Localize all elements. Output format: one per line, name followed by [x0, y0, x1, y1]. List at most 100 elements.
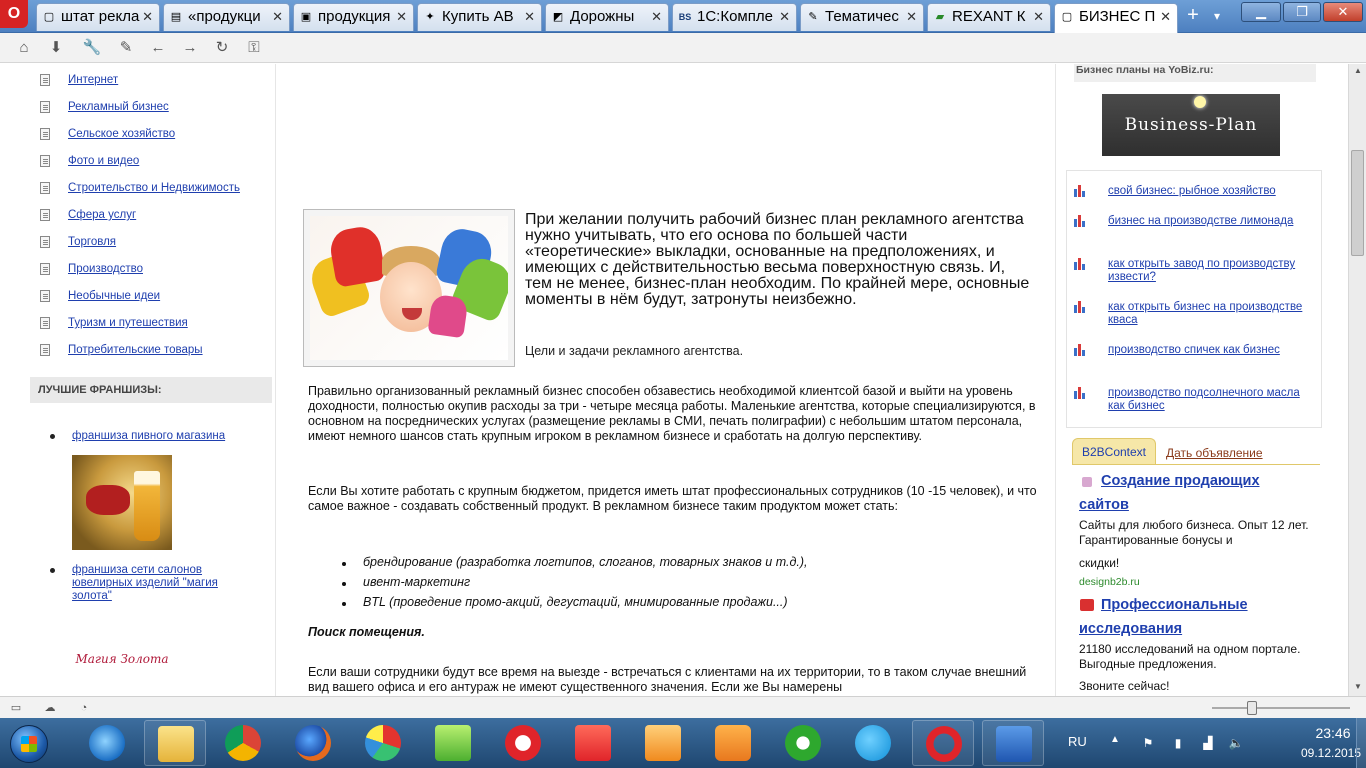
tab-2[interactable]: ▤ «продукци ✕ [163, 3, 290, 31]
tab-list-icon[interactable]: ▾ [1207, 5, 1227, 27]
tab-close-icon[interactable]: ✕ [1033, 4, 1044, 30]
page-icon: ✦ [425, 11, 435, 23]
bp-link[interactable]: бизнес на производстве лимонада [1108, 215, 1308, 228]
bullet-icon [50, 434, 55, 439]
wrench-icon[interactable]: 🔧 [82, 38, 102, 58]
category-link[interactable]: Интернет [68, 74, 118, 86]
language-indicator[interactable]: RU [1068, 734, 1087, 749]
word-taskbar-button[interactable] [982, 720, 1044, 766]
home-icon[interactable]: ⌂ [14, 38, 34, 58]
ie-taskbar-button[interactable] [76, 720, 138, 766]
category-link[interactable]: Фото и видео [68, 155, 139, 167]
category-link[interactable]: Сфера услуг [68, 209, 136, 221]
close-button[interactable]: ✕ [1323, 2, 1363, 22]
magiya-zolota-logo[interactable]: Магия Золота [72, 652, 172, 682]
ad-title[interactable]: сайтов [1079, 493, 1309, 517]
franchise-link[interactable]: франшиза пивного магазина [72, 430, 252, 443]
cloud-icon[interactable]: ☁ [42, 700, 58, 716]
key-icon[interactable]: ⚿ [244, 38, 264, 58]
tab-5[interactable]: ◩ Дорожны ✕ [545, 3, 669, 31]
tab-9[interactable]: ▢ БИЗНЕС П ✕ [1054, 3, 1178, 33]
category-link[interactable]: Строительство и Недвижимость [68, 182, 240, 194]
scroll-down-icon[interactable]: ▼ [1352, 682, 1364, 691]
tab-close-icon[interactable]: ✕ [272, 4, 283, 30]
scroll-up-icon[interactable]: ▲ [1352, 66, 1364, 75]
ad-title[interactable]: Профессиональные [1101, 593, 1331, 617]
ad-title[interactable]: исследования [1079, 617, 1309, 641]
category-link[interactable]: Рекламный бизнес [68, 101, 169, 113]
tab-3[interactable]: ▣ продукция ✕ [293, 3, 414, 31]
bp-link[interactable]: как открыть бизнес на производстве кваса [1108, 301, 1308, 327]
bp-link[interactable]: производство подсолнечного масла как биз… [1108, 387, 1308, 413]
speed-dial-icon[interactable]: ◔ [76, 700, 92, 716]
tab-close-icon[interactable]: ✕ [651, 4, 662, 30]
reload-icon[interactable]: ↻ [212, 38, 232, 58]
music-taskbar-button[interactable] [422, 720, 484, 766]
back-icon[interactable]: ← [148, 38, 168, 58]
skype-taskbar-button[interactable] [842, 720, 904, 766]
maximize-button[interactable]: ❐ [1283, 2, 1321, 22]
show-desktop-button[interactable] [1356, 718, 1366, 768]
tab-6[interactable]: BS 1С:Компле ✕ [672, 3, 797, 31]
show-hidden-icons-icon[interactable]: ▲ [1110, 734, 1120, 745]
tab-7[interactable]: ✎ Тематичес ✕ [800, 3, 924, 31]
volume-icon[interactable]: 🔈 [1228, 735, 1244, 751]
b2b-context-tab[interactable]: B2BContext [1072, 438, 1156, 464]
bp-link[interactable]: производство спичек как бизнес [1108, 344, 1308, 357]
bp-link[interactable]: как открыть завод по производству извест… [1108, 258, 1308, 284]
explorer-taskbar-button[interactable] [144, 720, 206, 766]
tab-close-icon[interactable]: ✕ [396, 4, 407, 30]
business-plan-logo[interactable]: Business-Plan [1102, 94, 1280, 156]
new-tab-icon[interactable]: + [1183, 5, 1203, 27]
tab-close-icon[interactable]: ✕ [906, 4, 917, 30]
zoom-slider-thumb[interactable] [1247, 701, 1257, 715]
brush-icon[interactable]: ✎ [116, 38, 136, 58]
scrollbar-thumb[interactable] [1351, 150, 1364, 256]
vertical-scrollbar[interactable]: ▲ ▼ [1348, 64, 1366, 696]
opera-taskbar-button[interactable] [912, 720, 974, 766]
zoom-slider[interactable] [1212, 707, 1350, 709]
search-taskbar-button[interactable] [492, 720, 554, 766]
download-icon[interactable]: ⬇ [46, 38, 66, 58]
forward-icon[interactable]: → [180, 38, 200, 58]
usb-icon[interactable]: ▮ [1170, 735, 1186, 751]
tab-close-icon[interactable]: ✕ [1160, 4, 1171, 30]
flag-icon[interactable]: ⚑ [1140, 735, 1156, 751]
chrome-taskbar-button[interactable] [212, 720, 274, 766]
start-button[interactable] [2, 721, 56, 767]
ad-title[interactable]: Создание продающих [1101, 469, 1331, 493]
document-icon [40, 344, 50, 356]
minimize-button[interactable]: ▁ [1241, 2, 1281, 22]
category-link[interactable]: Сельское хозяйство [68, 128, 175, 140]
tab-1[interactable]: ▢ штат рекла ✕ [36, 3, 160, 31]
tab-close-icon[interactable]: ✕ [524, 4, 535, 30]
beer-image[interactable] [72, 455, 172, 550]
clock-time[interactable]: 23:46 [1304, 725, 1362, 741]
article-subtitle: Цели и задачи рекламного агентства. [525, 344, 744, 358]
category-link[interactable]: Производство [68, 263, 143, 275]
tab-4[interactable]: ✦ Купить АВ ✕ [417, 3, 542, 31]
category-link[interactable]: Необычные идеи [68, 290, 160, 302]
video-taskbar-button[interactable] [632, 720, 694, 766]
mail-taskbar-button[interactable] [772, 720, 834, 766]
category-link[interactable]: Торговля [68, 236, 116, 248]
tab-close-icon[interactable]: ✕ [142, 4, 153, 30]
tab-8[interactable]: ▰ REXANT К ✕ [927, 3, 1051, 31]
yandex-taskbar-button[interactable] [562, 720, 624, 766]
category-link[interactable]: Потребительские товары [68, 344, 203, 356]
bar-chart-icon [1074, 299, 1088, 313]
search2-taskbar-button[interactable] [702, 720, 764, 766]
opera-menu-button[interactable]: O [0, 0, 28, 28]
article-paragraph: Правильно организованный рекламный бизне… [308, 384, 1036, 443]
clock-date[interactable]: 09.12.2015 [1300, 746, 1362, 760]
firefox-taskbar-button[interactable] [282, 720, 344, 766]
bp-link[interactable]: свой бизнес: рыбное хозяйство [1108, 185, 1308, 198]
category-link[interactable]: Туризм и путешествия [68, 317, 188, 329]
pie-app-taskbar-button[interactable] [352, 720, 414, 766]
place-ad-link[interactable]: Дать объявление [1166, 446, 1263, 460]
panel-icon[interactable]: ▭ [8, 700, 24, 716]
tab-close-icon[interactable]: ✕ [779, 4, 790, 30]
signal-icon[interactable]: ▟ [1200, 735, 1216, 751]
ad-url[interactable]: designb2b.ru [1079, 576, 1140, 588]
franchise-link[interactable]: франшиза сети салонов ювелирных изделий … [72, 564, 252, 603]
